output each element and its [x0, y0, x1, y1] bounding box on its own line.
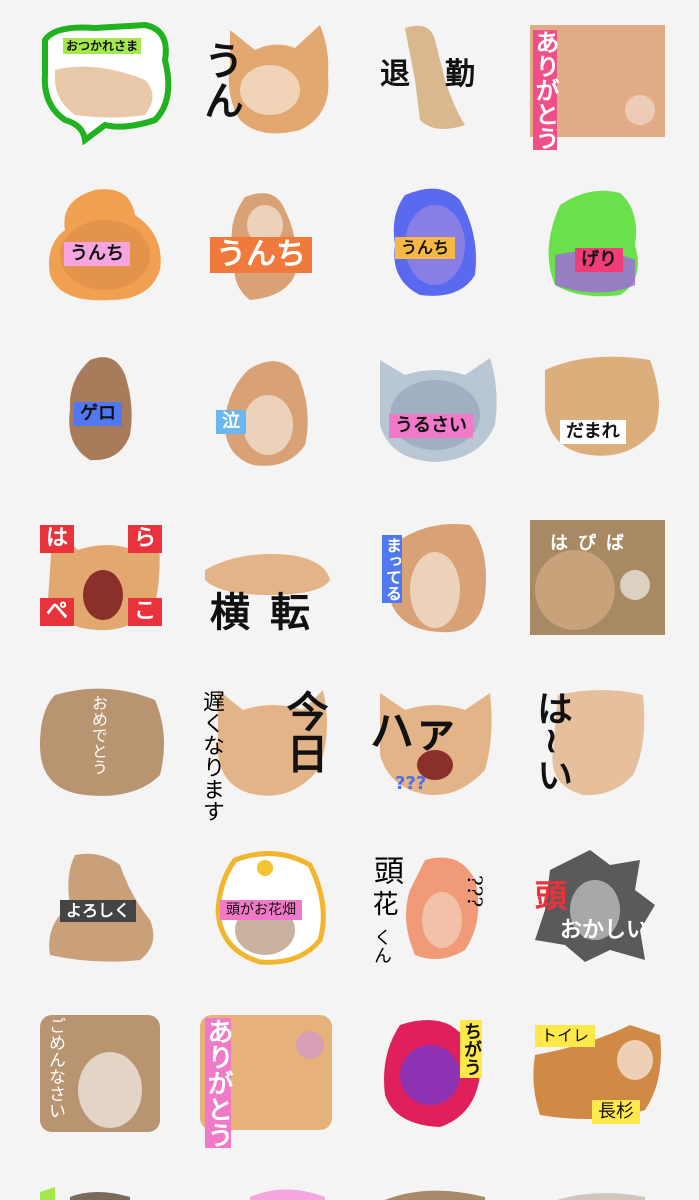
sticker-label: 勤 [445, 57, 475, 92]
sticker-partial-4[interactable] [545, 1182, 695, 1200]
sticker-label: 退 [380, 57, 410, 92]
sticker-omedetou[interactable]: おめでとう [35, 685, 185, 835]
sticker-image [556, 1193, 645, 1200]
sticker-label: 頭 [368, 855, 403, 885]
sticker-damare[interactable]: だまれ [540, 350, 690, 500]
sticker-label: うんち [210, 237, 312, 273]
sticker-kyou-osoku[interactable]: 遅くなります 今日 [198, 685, 348, 835]
sticker-image [384, 1020, 480, 1127]
sticker-haa[interactable]: ハァ ??? [370, 685, 520, 835]
sticker-gomennasai[interactable]: ごめんなさい [40, 1015, 190, 1165]
sticker-partial-2[interactable] [245, 1182, 395, 1200]
sticker-label: ありがとう [203, 1018, 233, 1148]
sticker-image [250, 1189, 325, 1200]
sticker-label: うんち [395, 237, 456, 259]
sticker-label: トイレ [535, 1025, 596, 1047]
sticker-label: うんち [64, 242, 130, 266]
sticker-gero[interactable]: ゲロ [60, 350, 210, 500]
sticker-image [49, 853, 154, 962]
sticker-label: 今日 [280, 690, 329, 774]
sticker-label: 長杉 [592, 1100, 640, 1124]
sticker-label: 横 [210, 590, 250, 636]
sticker-unchi-1[interactable]: うんち [40, 185, 190, 335]
sticker-label: 泣 [216, 410, 246, 434]
sticker-label: おめでとう [89, 695, 108, 775]
sticker-yoroshiku[interactable]: よろしく [40, 850, 190, 1000]
sticker-harapeko[interactable]: は ら ぺ こ [38, 520, 188, 670]
sticker-image [384, 1190, 485, 1200]
sticker-hapiba[interactable]: はぴば [530, 520, 680, 670]
sticker-label: げり [575, 248, 623, 272]
sticker-urusai[interactable]: うるさい [375, 350, 525, 500]
sticker-label: だまれ [560, 420, 626, 444]
sticker-label: ゲロ [74, 402, 122, 426]
sticker-label: うるさい [389, 414, 473, 438]
sticker-label: よろしく [60, 900, 137, 922]
sticker-label: ちがう [460, 1020, 482, 1078]
sticker-label: はぴば [550, 533, 634, 554]
sticker-matteru[interactable]: まってる [380, 520, 530, 670]
sticker-partial-3[interactable] [375, 1182, 525, 1200]
sticker-atamahanakun[interactable]: 頭 花 くん ??? [368, 850, 520, 1000]
sticker-label: 頭がお花畑 [220, 900, 302, 920]
sticker-label: ??? [395, 773, 427, 794]
sticker-label: 遅くなります [199, 690, 224, 822]
sticker-geri[interactable]: げり [540, 185, 690, 335]
sticker-atamaokashii[interactable]: 頭 おかしい [530, 850, 680, 1000]
sticker-label: 転 [270, 590, 310, 636]
sticker-un[interactable]: うん [197, 20, 350, 170]
sticker-chigau[interactable]: ちがう [380, 1015, 530, 1165]
sticker-toire-nagasugi[interactable]: トイレ 長杉 [530, 1015, 680, 1165]
sticker-ouchuu[interactable]: 横 転 [200, 520, 350, 670]
sticker-taikin[interactable]: 退 勤 [375, 20, 525, 170]
sticker-label: 花 [368, 890, 398, 916]
sticker-image [40, 688, 164, 796]
sticker-label: うん [197, 40, 243, 120]
sticker-image [40, 1187, 130, 1200]
sticker-otsukaresama[interactable]: おつかれさま [35, 20, 185, 170]
sticker-naki[interactable]: 泣 [213, 350, 363, 500]
sticker-image [405, 25, 465, 129]
sticker-label: まってる [382, 535, 402, 603]
sticker-arigatou-2[interactable]: ありがとう [200, 1015, 350, 1165]
sticker-label: ぺ [40, 598, 75, 626]
sticker-partial-1[interactable] [35, 1182, 185, 1200]
sticker-label: こ [128, 598, 163, 626]
sticker-label: ??? [463, 875, 487, 908]
sticker-label: は [40, 525, 75, 553]
sticker-label: ありがとう [531, 30, 559, 150]
sticker-label: くん [371, 928, 392, 964]
sticker-arigatou-photo[interactable]: ありがとう [530, 20, 680, 170]
sticker-image [215, 851, 326, 965]
sticker-image [390, 524, 486, 633]
sticker-haai[interactable]: は~い [531, 685, 683, 835]
sticker-grid: おつかれさま うん 退 勤 ありがとう うんち うんち うんち げり ゲロ 泣 … [0, 0, 699, 1200]
sticker-label: ごめんなさい [45, 1017, 65, 1119]
sticker-unchi-2[interactable]: うんち [205, 185, 355, 335]
sticker-label: は~い [531, 690, 572, 793]
sticker-unchi-3[interactable]: うんち [380, 185, 530, 335]
sticker-label: 頭 [535, 877, 568, 915]
sticker-label: ら [128, 525, 163, 553]
sticker-atamagaohanabatake[interactable]: 頭がお花畑 [210, 850, 360, 1000]
sticker-image [393, 188, 476, 296]
sticker-label: ハァ [370, 706, 458, 757]
sticker-label: おつかれさま [63, 38, 142, 54]
sticker-label: おかしい [560, 918, 649, 943]
